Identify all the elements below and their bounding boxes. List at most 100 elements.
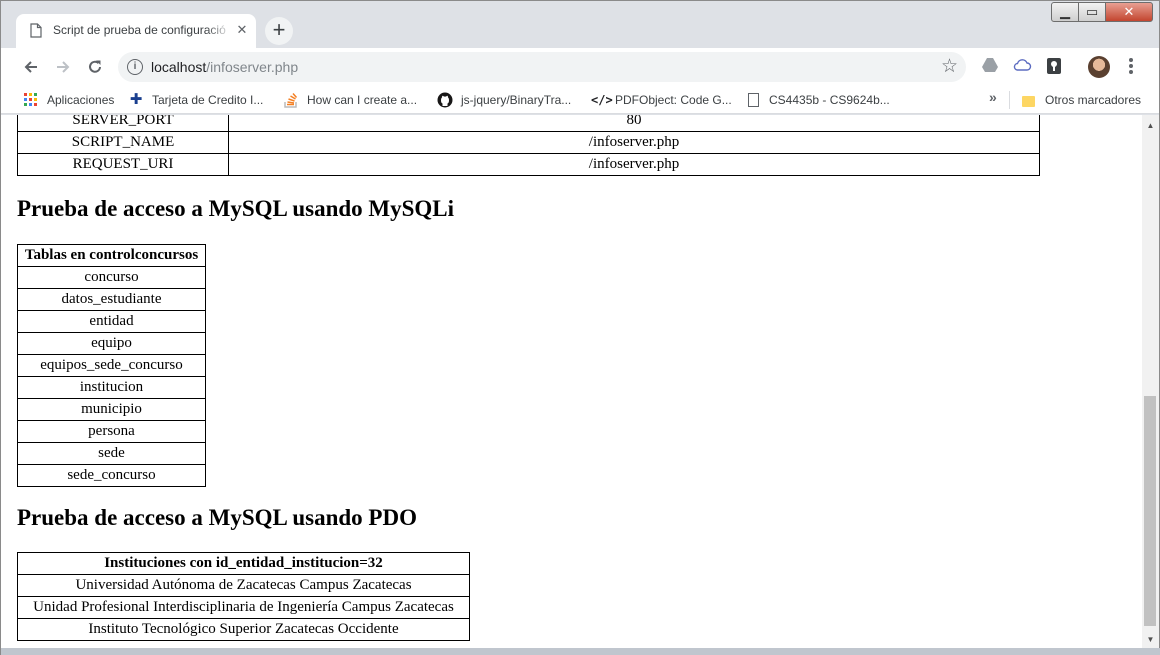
minimize-icon: ▁ [1060,4,1070,19]
bookmark-label: Aplicaciones [47,93,115,107]
table-header: Tablas en controlconcursos [17,244,206,267]
bookmark-stackoverflow[interactable]: How can I create a... [283,90,417,110]
toolbar: i localhost/infoserver.php ☆ [1,48,1159,86]
server-value-cell: /infoserver.php [228,153,1040,176]
address-bar[interactable]: i localhost/infoserver.php ☆ [118,52,966,82]
bookmark-label: PDFObject: Code G... [615,93,732,107]
shield-icon [1047,58,1061,74]
bookmark-label: js-jquery/BinaryTra... [461,93,572,107]
mysqli-tables-table: Tablas en controlconcursos concurso datos… [17,244,206,487]
reload-button[interactable] [83,55,107,79]
close-tab-icon[interactable]: ✕ [234,22,250,38]
drive-extension-icon[interactable] [980,57,1000,77]
folder-icon [1022,96,1035,107]
maximize-button[interactable]: ▭ [1078,2,1106,22]
bookmark-cs4435b[interactable]: CS4435b - CS9624b... [746,90,890,110]
table-row: REQUEST_URI/infoserver.php [17,153,1040,176]
cloud-extension-icon[interactable] [1012,57,1032,77]
puzzle-icon: ✚ [129,91,143,108]
server-key-cell: REQUEST_URI [17,153,229,176]
scroll-up-arrow-icon[interactable]: ▲ [1142,117,1159,134]
forward-button[interactable] [51,55,75,79]
apps-grid-icon [23,92,39,108]
bookmark-label: How can I create a... [307,93,418,107]
table-row: Unidad Profesional Interdisciplinaria de… [17,596,470,619]
table-name-cell: sede [17,442,206,465]
github-icon [437,92,453,108]
stackoverflow-icon [283,92,299,108]
table-row: entidad [17,310,206,333]
bookmark-aplicaciones[interactable]: Aplicaciones [23,90,114,110]
page-icon [30,23,42,38]
table-row: concurso [17,266,206,289]
server-key-cell: SERVER_PORT [17,115,229,132]
scrollbar-thumb[interactable] [1144,396,1156,626]
table-header: Instituciones con id_entidad_institucion… [17,552,470,575]
table-name-cell: persona [17,420,206,443]
new-tab-button[interactable]: + [265,17,293,45]
table-name-cell: equipo [17,332,206,355]
institution-cell: Unidad Profesional Interdisciplinaria de… [17,596,470,619]
close-icon: ✕ [1123,4,1135,19]
reload-icon [89,60,101,73]
bookmark-label: Tarjeta de Credito I... [152,93,264,107]
close-window-button[interactable]: ✕ [1105,2,1153,22]
cloud-icon [1013,59,1032,71]
shield-extension-icon[interactable] [1044,57,1064,77]
pdo-institutions-table: Instituciones con id_entidad_institucion… [17,552,470,641]
table-row: equipo [17,332,206,355]
bookmark-tarjeta[interactable]: ✚ Tarjeta de Credito I... [128,90,264,110]
page-icon [748,93,759,107]
tab-title: Script de prueba de configuració [53,23,226,37]
table-row: Universidad Autónoma de Zacatecas Campus… [17,574,470,597]
bookmarks-overflow-button[interactable]: » [989,89,997,105]
tab-title-fade [206,20,232,40]
server-value-cell: /infoserver.php [228,131,1040,154]
url-host: localhost [151,59,207,75]
table-name-cell: concurso [17,266,206,289]
vertical-scrollbar[interactable]: ▲ ▼ [1142,115,1159,648]
table-row: equipos_sede_concurso [17,354,206,377]
browser-window: Script de prueba de configuració ✕ + ▁ ▭… [0,0,1160,655]
table-name-cell: datos_estudiante [17,288,206,311]
table-row: persona [17,420,206,443]
browser-tab[interactable]: Script de prueba de configuració ✕ [16,14,256,48]
url-text[interactable]: localhost/infoserver.php [151,59,298,75]
forward-arrow-icon [57,61,70,73]
table-row: sede_concurso [17,464,206,487]
site-info-icon[interactable]: i [127,59,143,75]
page-content: SERVER_PORT 80 SCRIPT_NAME/infoserver.php R… [1,115,1142,648]
bookmark-star-icon[interactable]: ☆ [941,55,958,78]
mysqli-heading: Prueba de acceso a MySQL usando MySQLi [17,196,455,221]
scroll-down-arrow-icon[interactable]: ▼ [1142,631,1159,648]
table-row: SERVER_PORT 80 [17,115,1040,132]
bookmarks-separator [1009,91,1010,109]
minimize-button[interactable]: ▁ [1051,2,1079,22]
table-name-cell: equipos_sede_concurso [17,354,206,377]
server-key-cell: SCRIPT_NAME [17,131,229,154]
window-bottom-edge [1,648,1160,655]
profile-avatar[interactable] [1088,56,1110,78]
table-name-cell: sede_concurso [17,464,206,487]
pdo-heading: Prueba de acceso a MySQL usando PDO [17,505,417,530]
table-row: sede [17,442,206,465]
other-bookmarks-label: Otros marcadores [1045,93,1142,107]
table-name-cell: entidad [17,310,206,333]
bookmarks-bar: Aplicaciones ✚ Tarjeta de Credito I... H… [1,86,1159,114]
institution-cell: Universidad Autónoma de Zacatecas Campus… [17,574,470,597]
maximize-icon: ▭ [1085,4,1099,19]
bookmark-github[interactable]: js-jquery/BinaryTra... [437,90,571,110]
bookmark-label: CS4435b - CS9624b... [769,93,890,107]
browser-menu-icon[interactable] [1125,56,1137,78]
table-row: datos_estudiante [17,288,206,311]
back-button[interactable] [19,55,43,79]
table-row: municipio [17,398,206,421]
bookmark-pdfobject[interactable]: </> PDFObject: Code G... [591,90,732,110]
institution-cell: Instituto Tecnológico Superior Zacatecas… [17,618,470,641]
server-variables-table: SERVER_PORT 80 SCRIPT_NAME/infoserver.php R… [17,115,1040,176]
url-path: /infoserver.php [206,59,299,75]
table-name-cell: institucion [17,376,206,399]
server-value-cell: 80 [228,115,1040,132]
code-icon: </> [591,93,613,107]
other-bookmarks-folder[interactable]: Otros marcadores [1022,90,1141,110]
